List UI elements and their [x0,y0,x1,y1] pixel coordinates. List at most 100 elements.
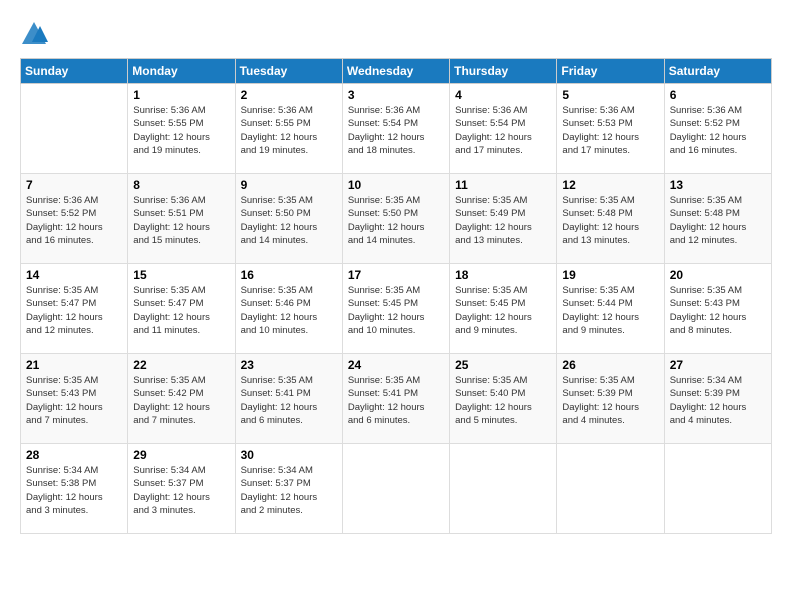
week-row-5: 28 Sunrise: 5:34 AM Sunset: 5:38 PM Dayli… [21,444,772,534]
day-cell: 19 Sunrise: 5:35 AM Sunset: 5:44 PM Dayli… [557,264,664,354]
day-number: 6 [670,88,766,102]
day-info: Sunrise: 5:35 AM Sunset: 5:39 PM Dayligh… [562,374,658,427]
header-cell-sunday: Sunday [21,59,128,84]
day-cell: 29Sunrise: 5:34 AM Sunset: 5:37 PM Dayli… [128,444,235,534]
day-number: 30 [241,448,337,462]
day-cell: 7 Sunrise: 5:36 AM Sunset: 5:52 PM Daylig… [21,174,128,264]
day-cell: 9Sunrise: 5:35 AM Sunset: 5:50 PM Daylig… [235,174,342,264]
day-number: 8 [133,178,229,192]
day-number: 18 [455,268,551,282]
day-cell: 10 Sunrise: 5:35 AM Sunset: 5:50 PM Dayli… [342,174,449,264]
day-cell: 26 Sunrise: 5:35 AM Sunset: 5:39 PM Dayli… [557,354,664,444]
header-cell-saturday: Saturday [664,59,771,84]
day-cell: 20 Sunrise: 5:35 AM Sunset: 5:43 PM Dayli… [664,264,771,354]
day-info: Sunrise: 5:36 AM Sunset: 5:54 PM Dayligh… [455,104,551,157]
day-info: Sunrise: 5:34 AM Sunset: 5:38 PM Dayligh… [26,464,122,517]
day-number: 19 [562,268,658,282]
day-info: Sunrise: 5:35 AM Sunset: 5:43 PM Dayligh… [26,374,122,427]
day-cell: 1 Sunrise: 5:36 AM Sunset: 5:55 PM Daylig… [128,84,235,174]
day-cell [557,444,664,534]
day-info: Sunrise: 5:35 AM Sunset: 5:48 PM Dayligh… [670,194,766,247]
day-cell: 25 Sunrise: 5:35 AM Sunset: 5:40 PM Dayli… [450,354,557,444]
day-cell: 16 Sunrise: 5:35 AM Sunset: 5:46 PM Dayli… [235,264,342,354]
day-number: 3 [348,88,444,102]
header-cell-friday: Friday [557,59,664,84]
header-cell-tuesday: Tuesday [235,59,342,84]
day-cell: 23 Sunrise: 5:35 AM Sunset: 5:41 PM Dayli… [235,354,342,444]
day-info: Sunrise: 5:35 AM Sunset: 5:46 PM Dayligh… [241,284,337,337]
day-cell: 14 Sunrise: 5:35 AM Sunset: 5:47 PM Dayli… [21,264,128,354]
header-cell-monday: Monday [128,59,235,84]
day-cell [664,444,771,534]
day-number: 12 [562,178,658,192]
day-cell [342,444,449,534]
day-number: 25 [455,358,551,372]
day-info: Sunrise: 5:35 AM Sunset: 5:44 PM Dayligh… [562,284,658,337]
day-cell: 12 Sunrise: 5:35 AM Sunset: 5:48 PM Dayli… [557,174,664,264]
header-cell-thursday: Thursday [450,59,557,84]
page-header [20,20,772,48]
day-info: Sunrise: 5:35 AM Sunset: 5:47 PM Dayligh… [133,284,229,337]
day-cell: 4 Sunrise: 5:36 AM Sunset: 5:54 PM Daylig… [450,84,557,174]
day-info: Sunrise: 5:36 AM Sunset: 5:53 PM Dayligh… [562,104,658,157]
day-info: Sunrise: 5:35 AM Sunset: 5:41 PM Dayligh… [241,374,337,427]
day-number: 5 [562,88,658,102]
day-number: 28 [26,448,122,462]
day-cell: 3 Sunrise: 5:36 AM Sunset: 5:54 PM Daylig… [342,84,449,174]
day-cell [450,444,557,534]
day-number: 13 [670,178,766,192]
day-cell [21,84,128,174]
day-info: Sunrise: 5:35 AM Sunset: 5:43 PM Dayligh… [670,284,766,337]
day-info: Sunrise: 5:36 AM Sunset: 5:51 PM Dayligh… [133,194,229,247]
day-info: Sunrise: 5:35 AM Sunset: 5:41 PM Dayligh… [348,374,444,427]
week-row-2: 7 Sunrise: 5:36 AM Sunset: 5:52 PM Daylig… [21,174,772,264]
day-cell: 30Sunrise: 5:34 AM Sunset: 5:37 PM Dayli… [235,444,342,534]
day-info: Sunrise: 5:35 AM Sunset: 5:40 PM Dayligh… [455,374,551,427]
day-number: 23 [241,358,337,372]
day-cell: 6 Sunrise: 5:36 AM Sunset: 5:52 PM Daylig… [664,84,771,174]
day-number: 29 [133,448,229,462]
calendar-table: SundayMondayTuesdayWednesdayThursdayFrid… [20,58,772,534]
day-info: Sunrise: 5:36 AM Sunset: 5:55 PM Dayligh… [133,104,229,157]
logo [20,20,50,48]
day-cell: 11Sunrise: 5:35 AM Sunset: 5:49 PM Dayli… [450,174,557,264]
week-row-1: 1 Sunrise: 5:36 AM Sunset: 5:55 PM Daylig… [21,84,772,174]
day-cell: 18 Sunrise: 5:35 AM Sunset: 5:45 PM Dayli… [450,264,557,354]
day-info: Sunrise: 5:36 AM Sunset: 5:54 PM Dayligh… [348,104,444,157]
day-number: 20 [670,268,766,282]
day-number: 22 [133,358,229,372]
day-cell: 2 Sunrise: 5:36 AM Sunset: 5:55 PM Daylig… [235,84,342,174]
day-cell: 27Sunrise: 5:34 AM Sunset: 5:39 PM Dayli… [664,354,771,444]
day-number: 21 [26,358,122,372]
day-number: 14 [26,268,122,282]
day-number: 7 [26,178,122,192]
day-info: Sunrise: 5:36 AM Sunset: 5:52 PM Dayligh… [26,194,122,247]
logo-icon [20,20,48,48]
day-info: Sunrise: 5:35 AM Sunset: 5:45 PM Dayligh… [348,284,444,337]
day-info: Sunrise: 5:34 AM Sunset: 5:39 PM Dayligh… [670,374,766,427]
day-info: Sunrise: 5:35 AM Sunset: 5:45 PM Dayligh… [455,284,551,337]
day-cell: 22 Sunrise: 5:35 AM Sunset: 5:42 PM Dayli… [128,354,235,444]
day-number: 15 [133,268,229,282]
calendar-body: 1 Sunrise: 5:36 AM Sunset: 5:55 PM Daylig… [21,84,772,534]
day-info: Sunrise: 5:35 AM Sunset: 5:47 PM Dayligh… [26,284,122,337]
day-cell: 13 Sunrise: 5:35 AM Sunset: 5:48 PM Dayli… [664,174,771,264]
day-info: Sunrise: 5:35 AM Sunset: 5:48 PM Dayligh… [562,194,658,247]
day-info: Sunrise: 5:35 AM Sunset: 5:50 PM Dayligh… [241,194,337,247]
calendar-header: SundayMondayTuesdayWednesdayThursdayFrid… [21,59,772,84]
day-number: 26 [562,358,658,372]
day-info: Sunrise: 5:35 AM Sunset: 5:50 PM Dayligh… [348,194,444,247]
week-row-3: 14 Sunrise: 5:35 AM Sunset: 5:47 PM Dayli… [21,264,772,354]
day-info: Sunrise: 5:36 AM Sunset: 5:55 PM Dayligh… [241,104,337,157]
day-cell: 21 Sunrise: 5:35 AM Sunset: 5:43 PM Dayli… [21,354,128,444]
day-number: 1 [133,88,229,102]
day-number: 2 [241,88,337,102]
day-number: 24 [348,358,444,372]
day-number: 4 [455,88,551,102]
day-number: 10 [348,178,444,192]
day-number: 16 [241,268,337,282]
day-info: Sunrise: 5:36 AM Sunset: 5:52 PM Dayligh… [670,104,766,157]
header-row: SundayMondayTuesdayWednesdayThursdayFrid… [21,59,772,84]
day-info: Sunrise: 5:35 AM Sunset: 5:42 PM Dayligh… [133,374,229,427]
day-cell: 15 Sunrise: 5:35 AM Sunset: 5:47 PM Dayli… [128,264,235,354]
